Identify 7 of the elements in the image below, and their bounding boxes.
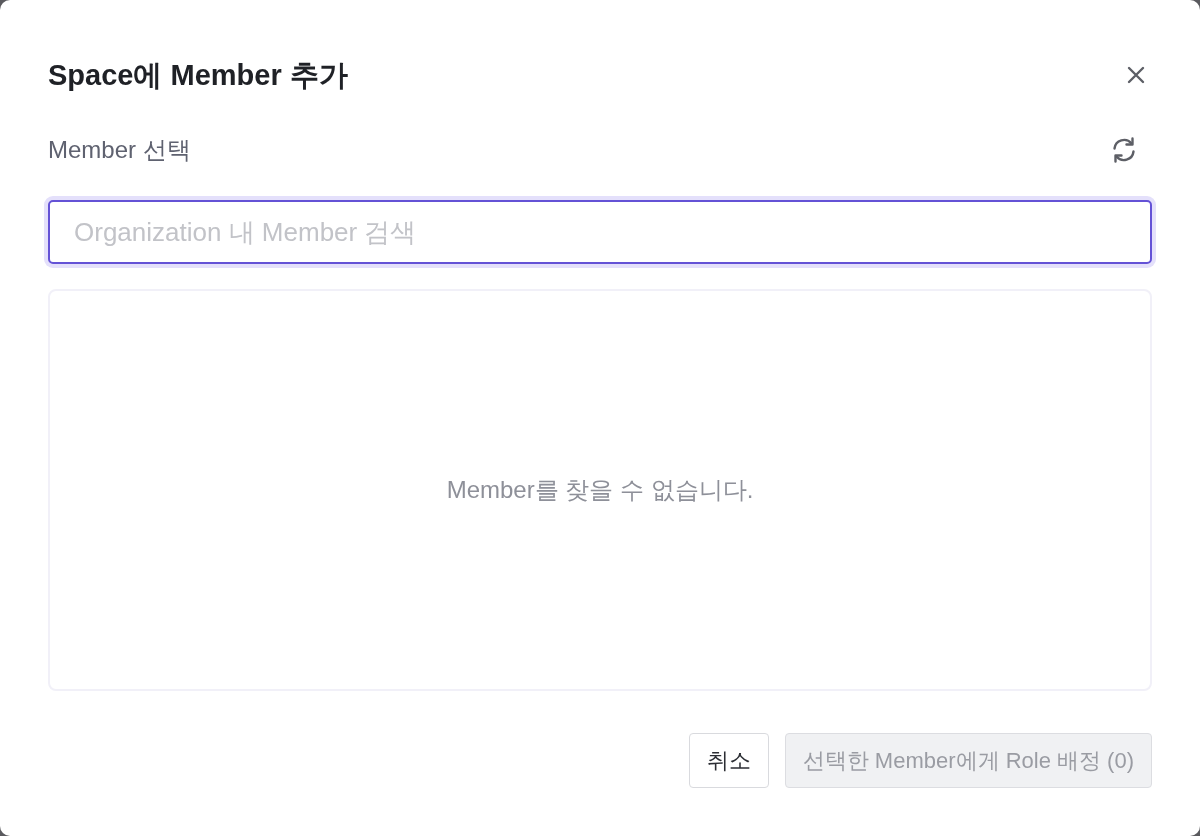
empty-message: Member를 찾을 수 없습니다. (446, 475, 754, 505)
cancel-button[interactable]: 취소 (688, 733, 769, 788)
dialog-title: Space에 Member 추가 (48, 58, 348, 93)
close-icon[interactable] (1127, 66, 1145, 84)
refresh-icon[interactable] (1110, 136, 1138, 164)
search-field[interactable]: Organization 내 Member 검색 (48, 200, 1152, 264)
section-label: Member 선택 (48, 135, 191, 165)
